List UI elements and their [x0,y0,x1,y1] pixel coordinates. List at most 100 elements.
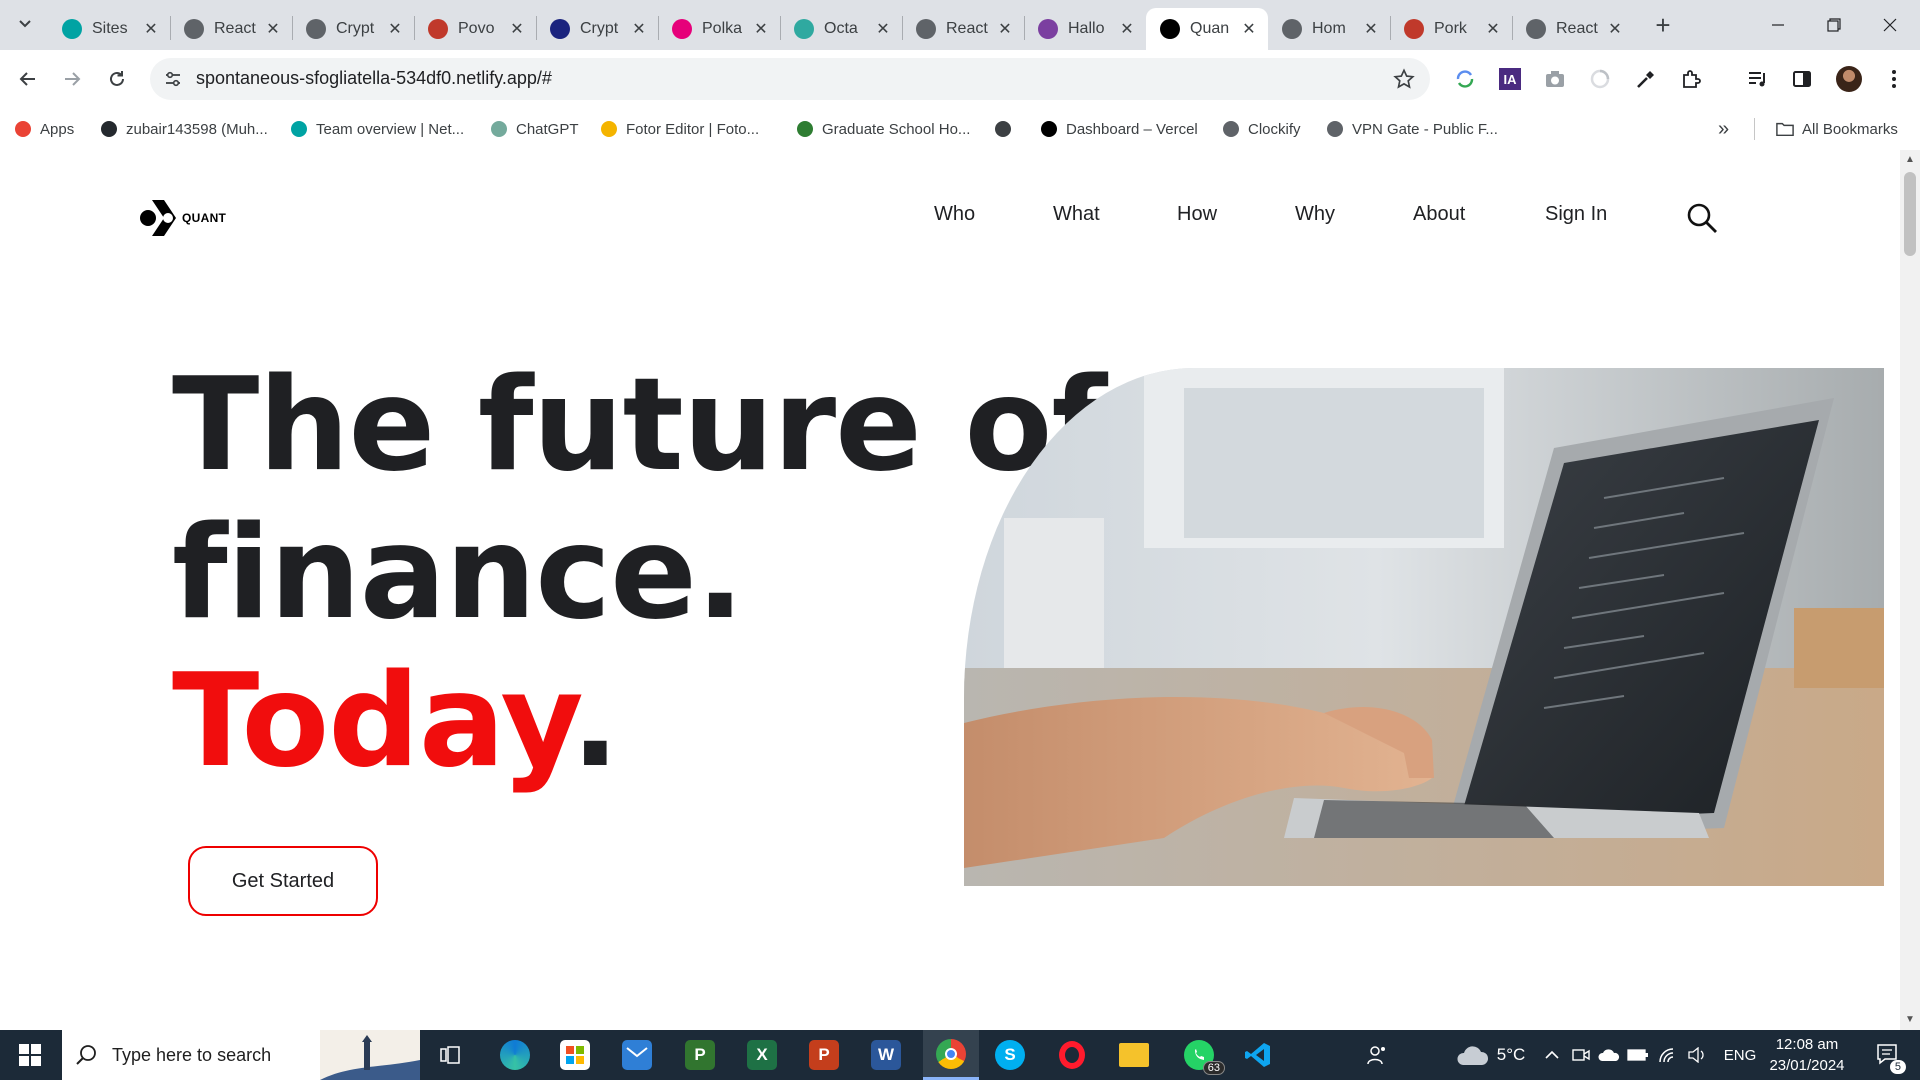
tab-close-icon[interactable]: ✕ [1362,20,1380,38]
site-info-button[interactable] [162,68,184,90]
start-button[interactable] [0,1030,60,1080]
new-tab-button[interactable]: + [1648,10,1678,40]
taskbar-project[interactable]: P [675,1030,725,1080]
bookmark-item[interactable]: Team overview | Net... [290,108,464,150]
tab-close-icon[interactable]: ✕ [1240,20,1258,38]
taskbar-excel[interactable]: X [737,1030,787,1080]
tab-close-icon[interactable]: ✕ [752,20,770,38]
tab-close-icon[interactable]: ✕ [142,20,160,38]
taskbar-chrome[interactable] [923,1030,979,1080]
taskbar-whatsapp[interactable]: 63 [1171,1030,1227,1080]
taskbar-clock[interactable]: 12:08 am 23/01/2024 [1764,1030,1850,1080]
browser-tab[interactable]: Povo ✕ [414,8,536,50]
extension-ia-button[interactable]: IA [1498,67,1522,91]
scrollbar-thumb[interactable] [1904,172,1916,256]
bookmark-item[interactable]: ChatGPT [490,108,579,150]
extension-sync-button[interactable] [1453,67,1477,91]
tab-close-icon[interactable]: ✕ [630,20,648,38]
bookmark-item[interactable] [994,108,1020,150]
browser-tab[interactable]: React ✕ [1512,8,1634,50]
browser-menu-button[interactable] [1882,67,1906,91]
taskbar-edge[interactable] [490,1030,540,1080]
scroll-down-arrow[interactable]: ▼ [1904,1014,1916,1026]
taskbar-word[interactable]: W [861,1030,911,1080]
taskbar-powerpoint[interactable]: P [799,1030,849,1080]
browser-tab[interactable]: Octa ✕ [780,8,902,50]
browser-tab[interactable]: Quan ✕ [1146,8,1268,50]
scroll-up-arrow[interactable]: ▲ [1904,154,1916,166]
tray-meet-now[interactable] [1568,1030,1594,1080]
nav-link-why[interactable]: Why [1295,203,1335,226]
browser-tab[interactable]: Crypt ✕ [292,8,414,50]
taskbar-store[interactable] [550,1030,600,1080]
taskbar-mail[interactable] [612,1030,662,1080]
bookmark-item[interactable]: Clockify [1222,108,1301,150]
browser-tab[interactable]: Crypt ✕ [536,8,658,50]
tab-close-icon[interactable]: ✕ [1606,20,1624,38]
tab-search-button[interactable] [10,9,40,39]
tray-onedrive[interactable] [1596,1030,1622,1080]
get-started-button[interactable]: Get Started [188,846,378,916]
tray-battery[interactable] [1624,1030,1652,1080]
bookmark-item[interactable]: Dashboard – Vercel [1040,108,1198,150]
back-button[interactable] [12,63,44,95]
tab-close-icon[interactable]: ✕ [264,20,282,38]
nav-link-how[interactable]: How [1177,203,1217,226]
restore-button[interactable] [1806,0,1862,50]
bookmark-item[interactable]: zubair143598 (Muh... [100,108,268,150]
media-controls-button[interactable] [1745,67,1769,91]
site-logo[interactable]: QUANT [138,194,226,242]
extension-loading-button[interactable] [1588,67,1612,91]
nav-link-who[interactable]: Who [934,203,975,226]
close-window-button[interactable] [1862,0,1918,50]
tray-volume[interactable] [1684,1030,1712,1080]
taskbar-file-explorer[interactable] [1109,1030,1159,1080]
tab-close-icon[interactable]: ✕ [386,20,404,38]
task-view-button[interactable] [428,1030,472,1080]
bookmark-item[interactable]: Graduate School Ho... [796,108,970,150]
browser-tab[interactable]: Hom ✕ [1268,8,1390,50]
browser-tab[interactable]: Hallo ✕ [1024,8,1146,50]
browser-tab[interactable]: React ✕ [170,8,292,50]
more-bookmarks-button[interactable]: » [1718,108,1729,150]
bookmark-item[interactable]: Apps [14,108,74,150]
tray-language[interactable]: ENG [1720,1030,1760,1080]
taskbar-opera[interactable] [1047,1030,1097,1080]
extension-camera-button[interactable] [1543,67,1567,91]
page-scrollbar[interactable]: ▲ ▼ [1900,150,1920,1030]
extension-eyedropper-button[interactable] [1634,67,1658,91]
url-text[interactable]: spontaneous-sfogliatella-534df0.netlify.… [196,68,552,89]
tab-close-icon[interactable]: ✕ [1118,20,1136,38]
browser-tab[interactable]: React ✕ [902,8,1024,50]
action-center-button[interactable]: 5 [1864,1030,1914,1080]
show-hidden-icons-button[interactable] [1538,1030,1566,1080]
forward-button[interactable] [56,63,88,95]
browser-tab[interactable]: Pork ✕ [1390,8,1512,50]
tab-close-icon[interactable]: ✕ [508,20,526,38]
people-button[interactable] [1362,1030,1392,1080]
taskbar-vscode[interactable] [1233,1030,1283,1080]
tab-close-icon[interactable]: ✕ [874,20,892,38]
weather-widget[interactable]: 5°C [1440,1030,1540,1080]
nav-link-sign-in[interactable]: Sign In [1545,203,1607,226]
taskbar-search-box[interactable]: Type here to search [62,1030,420,1080]
tray-network[interactable] [1654,1030,1682,1080]
extensions-button[interactable] [1679,67,1703,91]
taskbar-skype[interactable]: S [985,1030,1035,1080]
reload-button[interactable] [101,63,133,95]
address-bar[interactable]: spontaneous-sfogliatella-534df0.netlify.… [150,58,1430,100]
bookmark-item[interactable]: VPN Gate - Public F... [1326,108,1498,150]
browser-tab[interactable]: Sites ✕ [48,8,170,50]
all-bookmarks-button[interactable]: All Bookmarks [1776,108,1898,150]
tab-close-icon[interactable]: ✕ [996,20,1014,38]
nav-link-what[interactable]: What [1053,203,1100,226]
site-search-button[interactable] [1686,202,1718,234]
profile-button[interactable] [1836,66,1862,92]
bookmark-item[interactable]: Fotor Editor | Foto... [600,108,759,150]
browser-tab[interactable]: Polka ✕ [658,8,780,50]
side-panel-button[interactable] [1790,67,1814,91]
tab-close-icon[interactable]: ✕ [1484,20,1502,38]
minimize-button[interactable] [1750,0,1806,50]
bookmark-star-button[interactable] [1392,67,1416,91]
nav-link-about[interactable]: About [1413,203,1465,226]
